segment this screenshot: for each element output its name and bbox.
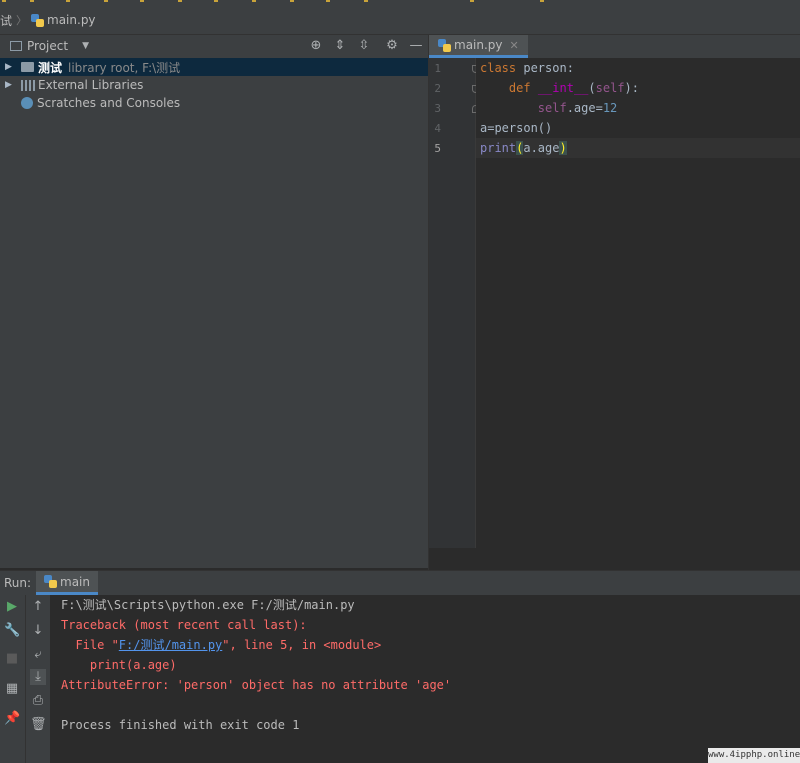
project-view-selector[interactable]: Project ▼ <box>10 39 89 53</box>
code-line: class person: <box>480 61 574 75</box>
arrow-up-icon[interactable]: ↑ <box>30 599 46 615</box>
scratches-icon <box>21 97 33 109</box>
line-number-gutter: 1 2 3 4 5 <box>429 58 479 548</box>
console-line: print(a.age) <box>61 658 177 672</box>
console-output[interactable]: F:\测试\Scripts\python.exe F:/测试/main.py T… <box>50 595 800 763</box>
code-line: def __int__(self): <box>508 81 639 95</box>
pin-icon[interactable]: 📌 <box>4 711 20 727</box>
code-editor[interactable]: class person: def __int__(self): self.ag… <box>476 58 800 548</box>
arrow-down-icon[interactable]: ↓ <box>30 623 46 639</box>
editor-bottom-strip <box>429 548 800 568</box>
library-icon <box>21 79 35 91</box>
collapse-all-icon[interactable]: ⇳ <box>356 38 372 54</box>
console-line: Process finished with exit code 1 <box>61 718 300 732</box>
stop-icon[interactable]: ■ <box>4 651 20 667</box>
trash-icon[interactable]: 🗑 <box>30 717 47 733</box>
console-line: F:\测试\Scripts\python.exe F:/测试/main.py <box>61 598 355 612</box>
tree-item-scratches[interactable]: Scratches and Consoles <box>0 94 428 112</box>
project-panel-title: Project <box>27 39 69 53</box>
run-tab-main[interactable]: main <box>36 571 98 595</box>
code-line: a=person() <box>480 121 553 135</box>
line-number: 4 <box>434 122 441 135</box>
toolbar-marker <box>104 0 108 2</box>
project-tree: ▶ 测试 library root, F:\测试 ▶ External Libr… <box>0 58 428 568</box>
tree-item-label: External Libraries <box>38 78 144 92</box>
toolbar-marker <box>290 0 294 2</box>
gear-icon[interactable]: ⚙ <box>384 38 400 54</box>
toolbar-marker <box>540 0 544 2</box>
project-panel-header: Project ▼ ⊕ ⇕ ⇳ ⚙ — <box>0 35 428 59</box>
wrench-icon[interactable]: 🔧 <box>4 623 20 639</box>
traceback-file-link[interactable]: F:/测试/main.py <box>119 638 222 652</box>
toolbar-marker <box>470 0 474 2</box>
toolbar-marker <box>2 0 6 2</box>
run-tab-label: main <box>60 574 90 589</box>
line-number: 1 <box>434 62 441 75</box>
python-file-icon <box>44 575 57 588</box>
line-number: 3 <box>434 102 441 115</box>
rerun-icon[interactable]: ▶ <box>4 599 20 615</box>
run-panel-header: Run: main <box>0 570 800 595</box>
toolbar-marker <box>364 0 368 2</box>
run-toolbar: ▶ 🔧 ■ ▦ 📌 <box>0 595 26 763</box>
locate-icon[interactable]: ⊕ <box>308 38 324 54</box>
breadcrumb-separator: 〉 <box>16 14 28 27</box>
breadcrumb-file[interactable]: main.py <box>47 13 96 27</box>
python-file-icon <box>31 13 45 27</box>
project-panel-icon <box>10 41 22 51</box>
chevron-right-icon[interactable]: ▶ <box>5 80 13 90</box>
toolbar-marker <box>30 0 34 2</box>
chevron-down-icon: ▼ <box>82 41 89 51</box>
toolbar-marker <box>214 0 218 2</box>
layout-icon[interactable]: ▦ <box>4 681 20 697</box>
toolbar-marker <box>326 0 330 2</box>
scroll-to-end-icon[interactable]: ⤓ <box>30 669 46 685</box>
console-line: AttributeError: 'person' object has no a… <box>61 678 452 692</box>
toolbar-marker <box>252 0 256 2</box>
code-line: print(a.age) <box>480 141 567 155</box>
chevron-right-icon[interactable]: ▶ <box>5 62 13 72</box>
hide-panel-icon[interactable]: — <box>408 38 424 54</box>
run-label: Run: <box>4 576 32 590</box>
breadcrumb-project[interactable]: 试 <box>0 12 12 29</box>
editor-tab-bar: main.py ✕ <box>429 35 800 59</box>
folder-icon <box>21 62 34 72</box>
tree-item-external-libraries[interactable]: ▶ External Libraries <box>0 76 428 94</box>
code-line: self.age=12 <box>537 101 618 115</box>
toolbar-marker <box>140 0 144 2</box>
tree-item-root[interactable]: ▶ 测试 library root, F:\测试 <box>0 58 428 76</box>
tree-item-detail: library root, F:\测试 <box>68 60 181 75</box>
toolbar-marker <box>178 0 182 2</box>
soft-wrap-icon[interactable]: ⤶ <box>30 647 46 663</box>
tree-item-label: 测试 <box>38 60 63 75</box>
python-file-icon <box>438 38 451 52</box>
breadcrumb: 试 〉 main.py <box>0 11 96 29</box>
console-toolbar: ↑ ↓ ⤶ ⤓ ⎙ 🗑 <box>26 595 50 763</box>
console-line: Traceback (most recent call last): <box>61 618 307 632</box>
tab-label: main.py <box>454 38 503 52</box>
watermark: www.4ipphp.online <box>708 748 800 763</box>
expand-all-icon[interactable]: ⇕ <box>332 38 348 54</box>
navigation-bar: 试 〉 main.py <box>0 0 800 35</box>
line-number: 5 <box>434 142 441 155</box>
print-icon[interactable]: ⎙ <box>30 693 46 709</box>
console-line: File "F:/测试/main.py", line 5, in <module… <box>61 638 382 652</box>
line-number: 2 <box>434 82 441 95</box>
close-icon[interactable]: ✕ <box>510 39 519 52</box>
tree-item-label: Scratches and Consoles <box>37 96 181 110</box>
tab-main-py[interactable]: main.py ✕ <box>429 35 528 58</box>
toolbar-marker <box>66 0 70 2</box>
